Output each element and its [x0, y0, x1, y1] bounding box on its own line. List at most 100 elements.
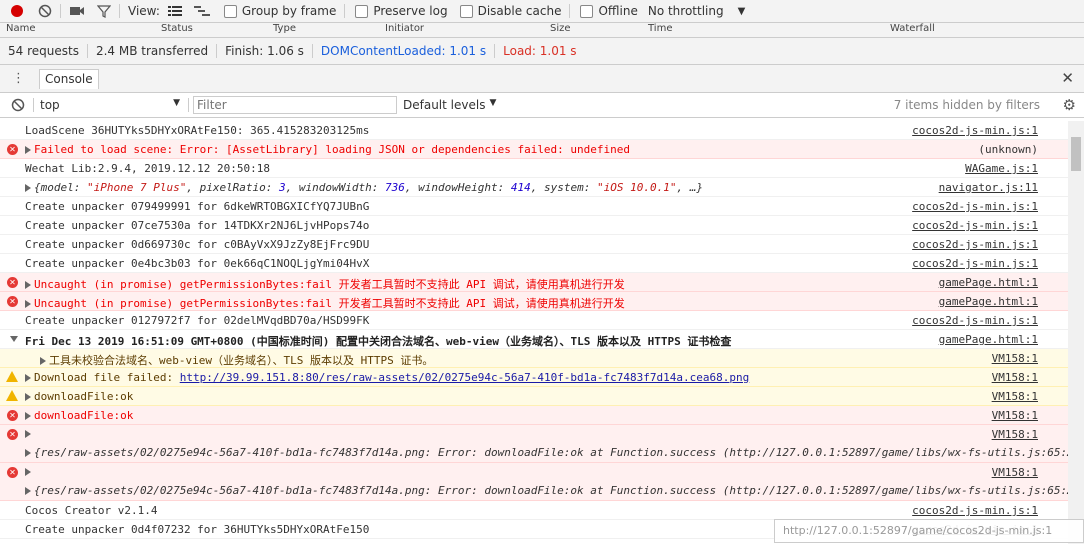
console-message: Wechat Lib:2.9.4, 2019.12.12 20:50:18 WAG…	[0, 159, 1068, 178]
scrollbar-thumb[interactable]	[1071, 137, 1081, 171]
screenshot-icon[interactable]	[69, 5, 85, 17]
expand-triangle-icon[interactable]	[25, 184, 31, 192]
expand-triangle-icon[interactable]	[25, 412, 31, 420]
context-select[interactable]: top ▼	[40, 98, 180, 112]
message-source-link[interactable]: VM158:1	[992, 352, 1038, 365]
console-message: 工具未校验合法域名、web-view（业务域名）、TLS 版本以及 HTTPS …	[0, 349, 1068, 368]
warning-icon	[6, 371, 18, 382]
expand-triangle-icon[interactable]	[25, 468, 31, 476]
preserve-log-checkbox[interactable]: Preserve log	[355, 4, 448, 18]
transferred-size: 2.4 MB transferred	[95, 44, 209, 58]
download-link[interactable]: http://39.99.151.8:80/res/raw-assets/02/…	[180, 371, 750, 384]
console-message: Create unpacker 079499991 for 6dkeWRTOBG…	[0, 197, 1068, 216]
message-source-link[interactable]: cocos2d-js-min.js:1	[912, 314, 1038, 327]
clear-icon[interactable]	[38, 4, 52, 18]
message-source-link[interactable]: gamePage.html:1	[939, 295, 1038, 308]
col-size[interactable]: Size	[550, 23, 571, 34]
filter-input[interactable]	[193, 96, 397, 114]
col-time[interactable]: Time	[648, 23, 672, 34]
divider	[494, 44, 496, 58]
expand-triangle-icon[interactable]	[25, 281, 31, 289]
col-initiator[interactable]: Initiator	[385, 23, 424, 34]
message-source-link[interactable]: WAGame.js:1	[965, 162, 1038, 175]
message-source-link[interactable]: cocos2d-js-min.js:1	[912, 257, 1038, 270]
message-source-link[interactable]: VM158:1	[992, 409, 1038, 422]
expand-triangle-icon[interactable]	[25, 146, 31, 154]
waterfall-view-icon[interactable]	[193, 5, 210, 17]
message-source-link[interactable]: cocos2d-js-min.js:1	[912, 238, 1038, 251]
console-message: downloadFile:ok VM158:1	[0, 387, 1068, 406]
message-text: downloadFile:ok	[25, 409, 133, 422]
checkbox-box[interactable]	[355, 4, 369, 18]
message-source-link[interactable]: VM158:1	[992, 428, 1038, 441]
message-source-link[interactable]: VM158:1	[992, 466, 1038, 479]
message-source-link[interactable]: VM158:1	[992, 390, 1038, 403]
console-message: ✕ {res/raw-assets/02/0275e94c-56a7-410f-b…	[0, 463, 1068, 501]
disable-cache-checkbox[interactable]: Disable cache	[459, 4, 561, 18]
expand-triangle-icon[interactable]	[25, 300, 31, 308]
message-text: Create unpacker 0127972f7 for 02delMVqdB…	[25, 314, 370, 327]
tab-console[interactable]: Console	[39, 68, 99, 89]
expand-triangle-icon[interactable]	[10, 336, 18, 342]
console-message: ✕ Uncaught (in promise) getPermissionByte…	[0, 273, 1068, 292]
col-waterfall[interactable]: Waterfall	[890, 23, 935, 34]
log-levels-value: Default levels	[403, 98, 486, 112]
message-source-link[interactable]: gamePage.html:1	[939, 276, 1038, 289]
divider	[344, 4, 346, 18]
message-source-link: (unknown)	[978, 143, 1038, 156]
col-name[interactable]: Name	[6, 23, 36, 34]
console-message: Create unpacker 0127972f7 for 02delMVqdB…	[0, 311, 1068, 330]
expand-triangle-icon[interactable]	[25, 374, 31, 382]
checkbox-box[interactable]	[459, 4, 473, 18]
message-source-link[interactable]: cocos2d-js-min.js:1	[912, 200, 1038, 213]
throttling-select[interactable]: No throttling ▼	[648, 4, 745, 18]
message-text: Cocos Creator v2.1.4	[25, 504, 158, 517]
message-source-link[interactable]: VM158:1	[992, 371, 1038, 384]
error-icon: ✕	[7, 144, 18, 155]
message-source-link[interactable]: gamePage.html:1	[939, 333, 1038, 346]
network-table-header: Name Status Type Initiator Size Time Wat…	[0, 23, 1084, 38]
message-source-link[interactable]: cocos2d-js-min.js:1	[912, 219, 1038, 232]
dom-content-loaded: DOMContentLoaded: 1.01 s	[320, 44, 487, 58]
divider	[119, 4, 120, 18]
list-view-icon[interactable]	[167, 5, 182, 17]
expand-triangle-icon[interactable]	[25, 393, 31, 401]
message-source-link[interactable]: cocos2d-js-min.js:1	[912, 504, 1038, 517]
group-by-frame-checkbox[interactable]: Group by frame	[223, 4, 336, 18]
gear-icon[interactable]: ⚙	[1063, 96, 1076, 114]
expand-triangle-icon[interactable]	[25, 430, 31, 438]
col-status[interactable]: Status	[161, 23, 193, 34]
log-levels-select[interactable]: Default levels ▼	[403, 98, 496, 112]
message-text: downloadFile:ok	[25, 390, 133, 403]
load-time: Load: 1.01 s	[503, 44, 577, 58]
checkbox-box[interactable]	[580, 4, 594, 18]
network-toolbar: View: Group by frame Preserve log Disabl…	[0, 0, 1084, 23]
clear-console-icon[interactable]	[11, 98, 25, 112]
message-text: Create unpacker 079499991 for 6dkeWRTOBG…	[25, 200, 370, 213]
console-message: {model: "iPhone 7 Plus", pixelRatio: 3, …	[0, 178, 1068, 197]
divider	[311, 44, 313, 58]
message-text: {model: "iPhone 7 Plus", pixelRatio: 3, …	[25, 181, 703, 194]
url-tooltip: http://127.0.0.1:52897/game/cocos2d-js-m…	[774, 519, 1084, 543]
message-text: LoadScene 36HUTYks5DHYxORAtFe150: 365.41…	[25, 124, 370, 137]
expand-triangle-icon[interactable]	[25, 487, 31, 495]
console-scrollbar[interactable]	[1068, 121, 1084, 544]
console-message: ✕ Uncaught (in promise) getPermissionByte…	[0, 292, 1068, 311]
message-text: Create unpacker 0e4bc3b03 for 0ek66qC1NO…	[25, 257, 370, 270]
message-text: Create unpacker 07ce7530a for 14TDKXr2NJ…	[25, 219, 370, 232]
message-source-link[interactable]: cocos2d-js-min.js:1	[912, 124, 1038, 137]
checkbox-box[interactable]	[223, 4, 237, 18]
offline-checkbox[interactable]: Offline	[580, 4, 638, 18]
record-icon[interactable]	[10, 4, 24, 18]
message-source-link[interactable]: navigator.js:11	[939, 181, 1038, 194]
more-icon[interactable]: ⋮	[12, 71, 25, 86]
message-text: Failed to load scene: Error: [AssetLibra…	[25, 143, 630, 156]
col-type[interactable]: Type	[273, 23, 296, 34]
error-icon: ✕	[7, 467, 18, 478]
expand-triangle-icon[interactable]	[25, 449, 31, 457]
close-icon[interactable]: ✕	[1061, 69, 1074, 87]
message-text: Create unpacker 0d4f07232 for 36HUTYks5D…	[25, 523, 370, 536]
console-message: Cocos Creator v2.1.4 cocos2d-js-min.js:1	[0, 501, 1068, 520]
filter-icon[interactable]	[97, 4, 111, 18]
expand-triangle-icon[interactable]	[40, 357, 46, 365]
